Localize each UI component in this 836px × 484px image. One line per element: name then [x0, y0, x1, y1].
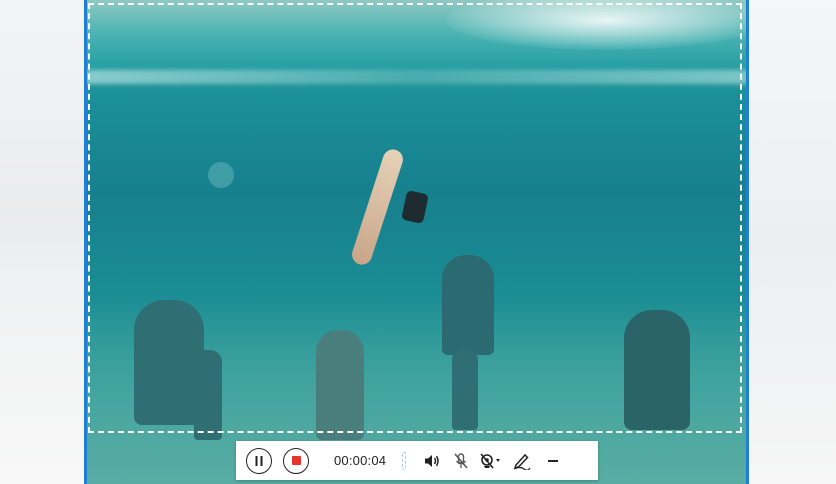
desktop-background-left	[0, 0, 86, 484]
minimize-button[interactable]	[540, 448, 566, 474]
microphone-off-icon	[454, 452, 468, 468]
desktop-background-right	[748, 0, 836, 484]
pause-icon	[255, 455, 263, 466]
pen-icon	[513, 453, 531, 470]
capture-frame-right-edge[interactable]	[746, 0, 749, 484]
pause-button[interactable]	[246, 447, 272, 474]
webcam-button[interactable]	[478, 448, 504, 474]
volume-level-icon	[402, 451, 406, 470]
speaker-icon	[425, 454, 439, 467]
stop-button[interactable]	[283, 447, 309, 474]
annotate-button[interactable]	[509, 448, 535, 474]
minimize-icon	[548, 459, 558, 462]
webcam-off-icon	[480, 452, 500, 469]
recording-toolbar: 00:00:04	[236, 441, 598, 480]
microphone-button[interactable]	[448, 448, 474, 474]
capture-region-border[interactable]	[88, 3, 742, 433]
recording-timer: 00:00:04	[334, 453, 387, 468]
speaker-button[interactable]	[419, 448, 445, 474]
capture-frame-left-edge[interactable]	[84, 0, 87, 484]
stop-icon	[291, 456, 301, 465]
